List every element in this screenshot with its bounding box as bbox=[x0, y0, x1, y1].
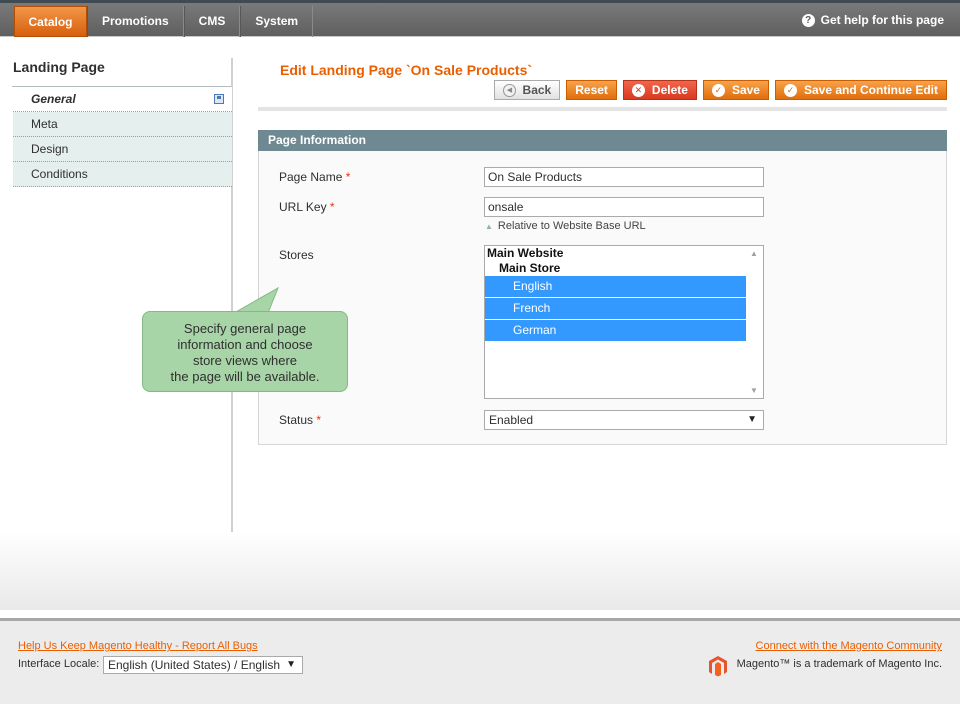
tooltip-line: Specify general page bbox=[183, 321, 307, 336]
status-value: Enabled bbox=[489, 413, 534, 427]
footer-gradient bbox=[0, 532, 960, 610]
help-link[interactable]: ? Get help for this page bbox=[801, 3, 944, 37]
scrollbar[interactable]: ▲ ▼ bbox=[746, 246, 763, 398]
main-menu: Catalog Promotions CMS System bbox=[14, 6, 314, 37]
scroll-down-icon[interactable]: ▼ bbox=[750, 386, 758, 395]
nav-system[interactable]: System bbox=[240, 6, 314, 37]
report-bugs-link[interactable]: Help Us Keep Magento Healthy - Report Al… bbox=[18, 640, 258, 652]
delete-label: Delete bbox=[651, 83, 688, 97]
back-button[interactable]: ◀ Back bbox=[494, 80, 561, 100]
status-label: Status * bbox=[279, 413, 322, 427]
locale-label: Interface Locale: bbox=[18, 658, 100, 670]
scroll-up-icon[interactable]: ▲ bbox=[750, 249, 758, 258]
sidebar-tabs: General Meta Design Conditions bbox=[13, 87, 232, 187]
stores-multiselect[interactable]: Main Website Main Store English French G… bbox=[484, 245, 764, 399]
header-divider bbox=[258, 107, 947, 111]
tooltip-line: the page will be available. bbox=[170, 369, 320, 384]
delete-icon: ✕ bbox=[631, 83, 645, 97]
nav-promotions[interactable]: Promotions bbox=[87, 6, 184, 37]
tooltip-line: store views where bbox=[192, 353, 298, 368]
page-name-label: Page Name * bbox=[279, 170, 351, 184]
tab-conditions[interactable]: Conditions bbox=[13, 162, 232, 187]
tab-design[interactable]: Design bbox=[13, 137, 232, 162]
delete-button[interactable]: ✕ Delete bbox=[622, 80, 697, 100]
check-icon: ✓ bbox=[783, 83, 797, 97]
save-continue-label: Save and Continue Edit bbox=[803, 83, 938, 97]
top-navigation: Catalog Promotions CMS System ? Get help… bbox=[0, 0, 960, 37]
nav-cms[interactable]: CMS bbox=[183, 6, 241, 37]
tab-general[interactable]: General bbox=[13, 87, 232, 112]
tooltip-bubble: Specify general page information and cho… bbox=[142, 311, 348, 392]
save-button[interactable]: ✓ Save bbox=[702, 80, 769, 100]
magento-logo-icon bbox=[709, 656, 727, 677]
tooltip-line: information and choose bbox=[177, 337, 313, 352]
store-option-french[interactable]: French bbox=[485, 298, 746, 319]
help-icon: ? bbox=[801, 13, 815, 27]
optgroup-website: Main Website bbox=[487, 246, 564, 260]
arrow-up-icon: ▲ bbox=[485, 222, 493, 231]
chevron-down-icon: ▼ bbox=[747, 414, 757, 425]
reset-button[interactable]: Reset bbox=[566, 80, 617, 100]
page-name-input[interactable]: On Sale Products bbox=[484, 167, 764, 187]
status-select[interactable]: Enabled ▼ bbox=[484, 410, 764, 430]
optgroup-store: Main Store bbox=[499, 261, 561, 275]
tab-label: General bbox=[31, 92, 76, 106]
store-option-german[interactable]: German bbox=[485, 320, 746, 341]
tooltip-tail bbox=[232, 286, 279, 314]
save-icon bbox=[214, 94, 224, 104]
fieldset-title: Page Information bbox=[258, 130, 947, 151]
tab-meta[interactable]: Meta bbox=[13, 112, 232, 137]
locale-value: English (United States) / English bbox=[108, 658, 281, 672]
community-link[interactable]: Connect with the Magento Community bbox=[756, 640, 942, 652]
nav-catalog[interactable]: Catalog bbox=[14, 6, 87, 37]
page-title: Edit Landing Page `On Sale Products` bbox=[280, 62, 533, 78]
save-and-continue-button[interactable]: ✓ Save and Continue Edit bbox=[774, 80, 947, 100]
locale-select[interactable]: English (United States) / English ▼ bbox=[103, 656, 303, 674]
back-label: Back bbox=[522, 83, 552, 97]
url-key-note: ▲ Relative to Website Base URL bbox=[485, 220, 646, 232]
back-icon: ◀ bbox=[503, 83, 516, 97]
reset-label: Reset bbox=[575, 83, 608, 97]
url-key-label: URL Key * bbox=[279, 200, 335, 214]
save-label: Save bbox=[731, 83, 760, 97]
url-key-input[interactable]: onsale bbox=[484, 197, 764, 217]
help-label: Get help for this page bbox=[820, 13, 944, 27]
store-option-english[interactable]: English bbox=[485, 276, 746, 297]
trademark-text: Magento™ is a trademark of Magento Inc. bbox=[736, 658, 942, 670]
stores-label: Stores bbox=[279, 248, 314, 262]
sidebar-title: Landing Page bbox=[13, 59, 105, 75]
action-buttons: ◀ Back Reset ✕ Delete ✓ Save ✓ Save and … bbox=[494, 80, 947, 100]
chevron-down-icon: ▼ bbox=[283, 657, 296, 673]
check-icon: ✓ bbox=[711, 83, 725, 97]
